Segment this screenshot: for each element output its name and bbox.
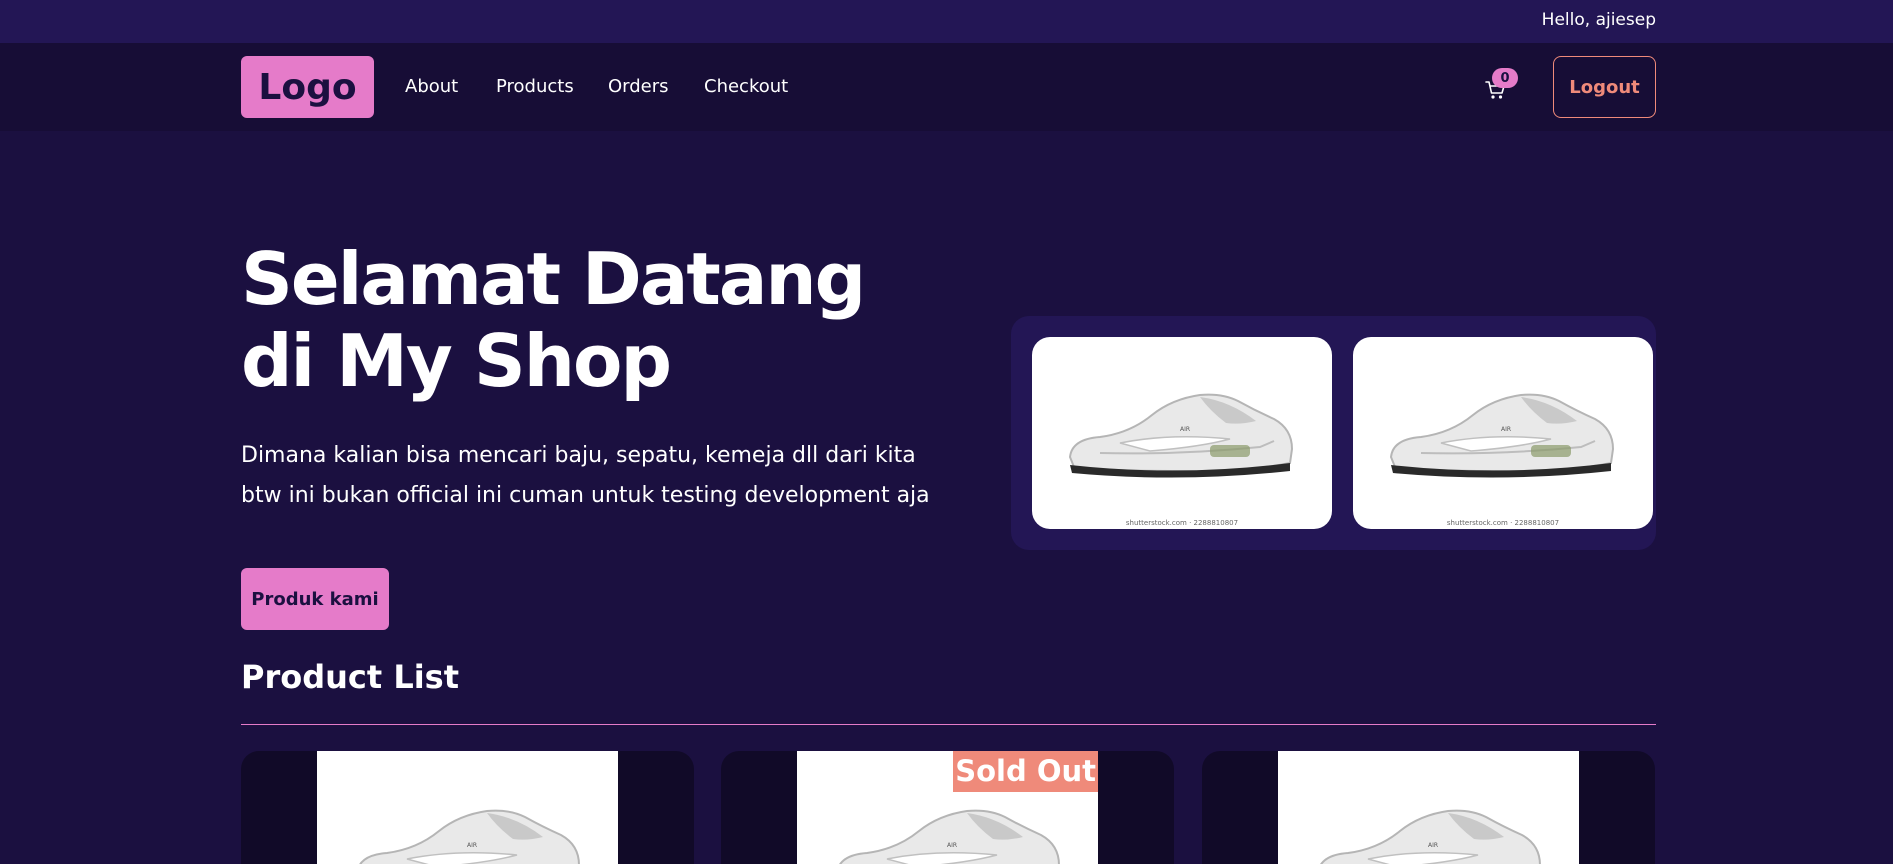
user-greeting: Hello, ajiesep: [1541, 10, 1656, 30]
hero-description: Dimana kalian bisa mencari baju, sepatu,…: [241, 436, 941, 516]
product-card[interactable]: AIR Sold Out: [721, 751, 1174, 864]
sneaker-image: AIR: [1320, 809, 1541, 864]
svg-text:AIR: AIR: [467, 842, 477, 849]
section-divider: [241, 724, 1656, 725]
nav-link-checkout[interactable]: Checkout: [704, 77, 788, 97]
hero-description-line: Dimana kalian bisa mencari baju, sepatu,…: [241, 443, 916, 468]
product-list-title: Product List: [241, 658, 460, 696]
hero-gallery: AIR shutterstock.com · 2288810807 AIR sh…: [1011, 316, 1656, 550]
logo[interactable]: Logo: [241, 56, 374, 118]
sneaker-image: AIR: [1068, 393, 1294, 478]
navbar: Logo About Products Orders Checkout 0 Lo…: [0, 43, 1893, 131]
gallery-image: AIR shutterstock.com · 2288810807: [1032, 337, 1332, 529]
product-image: AIR: [317, 751, 618, 864]
hero-title: Selamat Datang di My Shop: [241, 237, 866, 403]
logout-button[interactable]: Logout: [1553, 56, 1656, 118]
hero-description-line: btw ini bukan official ini cuman untuk t…: [241, 483, 930, 508]
sneaker-image: AIR: [839, 809, 1060, 864]
product-card[interactable]: AIR: [241, 751, 694, 864]
svg-text:AIR: AIR: [1428, 842, 1438, 849]
sneaker-image: AIR: [1389, 393, 1615, 478]
product-card[interactable]: AIR: [1202, 751, 1655, 864]
product-image: AIR Sold Out: [797, 751, 1098, 864]
nav-link-orders[interactable]: Orders: [608, 77, 669, 97]
image-caption: shutterstock.com · 2288810807: [1446, 519, 1560, 527]
svg-text:AIR: AIR: [947, 842, 957, 849]
image-caption: shutterstock.com · 2288810807: [1125, 519, 1239, 527]
sneaker-image: AIR: [359, 809, 580, 864]
products-cta-button[interactable]: Produk kami: [241, 568, 389, 630]
nav-link-about[interactable]: About: [405, 77, 458, 97]
sold-out-badge: Sold Out: [953, 751, 1098, 792]
top-bar: Hello, ajiesep: [0, 0, 1893, 43]
nav-link-products[interactable]: Products: [496, 77, 574, 97]
cart-count-badge: 0: [1492, 68, 1518, 88]
product-image: AIR: [1278, 751, 1579, 864]
gallery-image: AIR shutterstock.com · 2288810807: [1353, 337, 1653, 529]
svg-text:AIR: AIR: [1180, 426, 1190, 433]
svg-text:AIR: AIR: [1501, 426, 1511, 433]
